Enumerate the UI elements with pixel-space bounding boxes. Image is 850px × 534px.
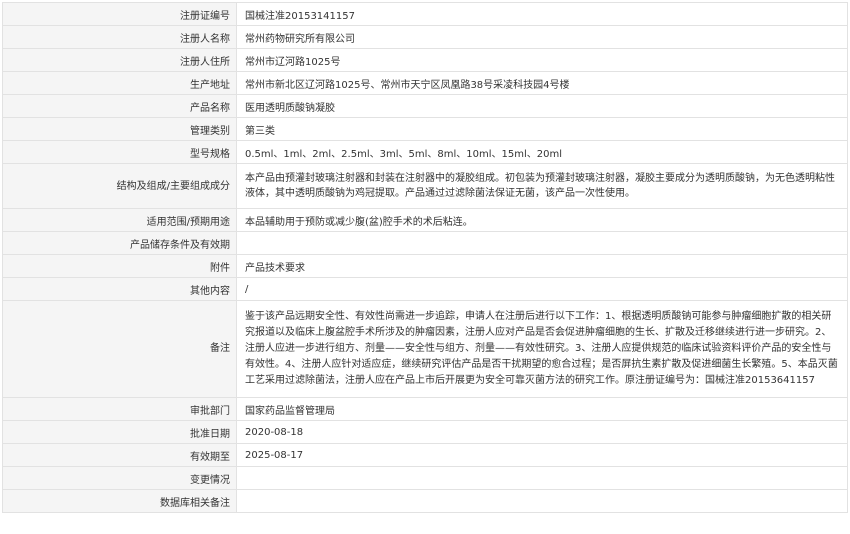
row-structure-composition: 结构及组成/主要组成成分 本产品由预灌封玻璃注射器和封装在注射器中的凝胶组成。初… bbox=[2, 163, 848, 209]
row-other-content: 其他内容 / bbox=[2, 277, 848, 301]
registration-detail: 注册证编号 国械注准20153141157 注册人名称 常州药物研究所有限公司 … bbox=[2, 2, 848, 513]
field-label: 注册人名称 bbox=[2, 25, 237, 49]
field-label: 审批部门 bbox=[2, 397, 237, 421]
field-value: 本产品由预灌封玻璃注射器和封装在注射器中的凝胶组成。初包装为预灌封玻璃注射器，凝… bbox=[236, 163, 848, 209]
field-value: 本品辅助用于预防或减少腹(盆)腔手术的术后粘连。 bbox=[236, 208, 848, 232]
field-label: 结构及组成/主要组成成分 bbox=[2, 163, 237, 209]
field-value: 常州市辽河路1025号 bbox=[236, 48, 848, 72]
row-change-history: 变更情况 bbox=[2, 466, 848, 490]
row-attachment: 附件 产品技术要求 bbox=[2, 254, 848, 278]
field-label: 生产地址 bbox=[2, 71, 237, 95]
row-registrant-name: 注册人名称 常州药物研究所有限公司 bbox=[2, 25, 848, 49]
field-label: 型号规格 bbox=[2, 140, 237, 164]
field-value bbox=[236, 466, 848, 490]
row-approval-date: 批准日期 2020-08-18 bbox=[2, 420, 848, 444]
field-value: 鉴于该产品远期安全性、有效性尚需进一步追踪，申请人在注册后进行以下工作：1、根据… bbox=[236, 300, 848, 398]
field-label: 注册人住所 bbox=[2, 48, 237, 72]
field-label: 有效期至 bbox=[2, 443, 237, 467]
row-intended-use: 适用范围/预期用途 本品辅助用于预防或减少腹(盆)腔手术的术后粘连。 bbox=[2, 208, 848, 232]
field-value: 常州药物研究所有限公司 bbox=[236, 25, 848, 49]
field-label: 其他内容 bbox=[2, 277, 237, 301]
field-label: 适用范围/预期用途 bbox=[2, 208, 237, 232]
field-value: 常州市新北区辽河路1025号、常州市天宁区凤凰路38号采凌科技园4号楼 bbox=[236, 71, 848, 95]
field-value: / bbox=[236, 277, 848, 301]
field-value: 2020-08-18 bbox=[236, 420, 848, 444]
field-label: 产品名称 bbox=[2, 94, 237, 118]
field-value: 第三类 bbox=[236, 117, 848, 141]
field-value bbox=[236, 489, 848, 513]
row-remarks: 备注 鉴于该产品远期安全性、有效性尚需进一步追踪，申请人在注册后进行以下工作：1… bbox=[2, 300, 848, 398]
field-label: 备注 bbox=[2, 300, 237, 398]
field-label: 批准日期 bbox=[2, 420, 237, 444]
row-registrant-address: 注册人住所 常州市辽河路1025号 bbox=[2, 48, 848, 72]
row-management-class: 管理类别 第三类 bbox=[2, 117, 848, 141]
row-production-address: 生产地址 常州市新北区辽河路1025号、常州市天宁区凤凰路38号采凌科技园4号楼 bbox=[2, 71, 848, 95]
row-valid-until: 有效期至 2025-08-17 bbox=[2, 443, 848, 467]
row-storage-validity: 产品储存条件及有效期 bbox=[2, 231, 848, 255]
row-registration-number: 注册证编号 国械注准20153141157 bbox=[2, 2, 848, 26]
field-label: 数据库相关备注 bbox=[2, 489, 237, 513]
field-value: 产品技术要求 bbox=[236, 254, 848, 278]
row-model-spec: 型号规格 0.5ml、1ml、2ml、2.5ml、3ml、5ml、8ml、10m… bbox=[2, 140, 848, 164]
field-label: 管理类别 bbox=[2, 117, 237, 141]
field-label: 注册证编号 bbox=[2, 2, 237, 26]
row-approval-department: 审批部门 国家药品监督管理局 bbox=[2, 397, 848, 421]
field-value: 国家药品监督管理局 bbox=[236, 397, 848, 421]
field-value: 医用透明质酸钠凝胶 bbox=[236, 94, 848, 118]
field-label: 变更情况 bbox=[2, 466, 237, 490]
row-database-remarks: 数据库相关备注 bbox=[2, 489, 848, 513]
field-label: 附件 bbox=[2, 254, 237, 278]
field-value: 0.5ml、1ml、2ml、2.5ml、3ml、5ml、8ml、10ml、15m… bbox=[236, 140, 848, 164]
registration-table: 注册证编号 国械注准20153141157 注册人名称 常州药物研究所有限公司 … bbox=[2, 2, 848, 513]
field-value: 2025-08-17 bbox=[236, 443, 848, 467]
field-label: 产品储存条件及有效期 bbox=[2, 231, 237, 255]
field-value bbox=[236, 231, 848, 255]
field-value: 国械注准20153141157 bbox=[236, 2, 848, 26]
row-product-name: 产品名称 医用透明质酸钠凝胶 bbox=[2, 94, 848, 118]
